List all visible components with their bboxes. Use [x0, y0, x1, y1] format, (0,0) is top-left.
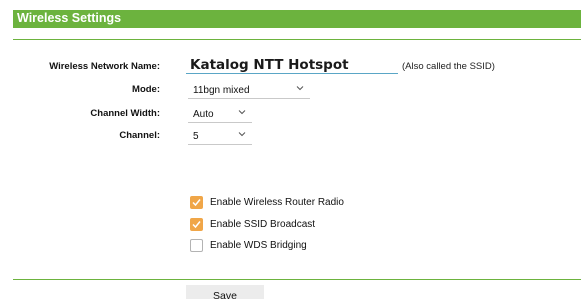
channel-width-label: Channel Width:: [90, 108, 160, 119]
section-header: Wireless Settings: [13, 10, 581, 28]
channel-width-select[interactable]: Auto: [188, 106, 252, 123]
bottom-divider: [13, 279, 581, 280]
checkmark-icon: [192, 199, 201, 207]
mode-value: 11bgn mixed: [193, 85, 250, 96]
channel-select[interactable]: 5: [188, 128, 252, 145]
wireless-radio-label: Enable Wireless Router Radio: [210, 197, 344, 208]
save-button[interactable]: Save: [186, 285, 264, 299]
ssid-label: Wireless Network Name:: [49, 61, 160, 72]
top-divider: [13, 39, 581, 40]
wds-bridging-label: Enable WDS Bridging: [210, 240, 307, 251]
checkmark-icon: [192, 221, 201, 229]
ssid-input[interactable]: [186, 56, 398, 74]
ssid-broadcast-label: Enable SSID Broadcast: [210, 219, 316, 230]
mode-label: Mode:: [132, 84, 160, 95]
chevron-down-icon: [296, 86, 304, 91]
ssid-note: (Also called the SSID): [402, 61, 495, 72]
wireless-radio-checkbox[interactable]: [190, 196, 203, 209]
chevron-down-icon: [238, 132, 246, 137]
chevron-down-icon: [238, 110, 246, 115]
mode-select[interactable]: 11bgn mixed: [188, 82, 310, 99]
channel-label: Channel:: [119, 130, 160, 141]
wds-bridging-checkbox[interactable]: [190, 239, 203, 252]
ssid-broadcast-checkbox[interactable]: [190, 218, 203, 231]
channel-value: 5: [193, 131, 199, 142]
page-title: Wireless Settings: [17, 11, 122, 25]
channel-width-value: Auto: [193, 109, 214, 120]
